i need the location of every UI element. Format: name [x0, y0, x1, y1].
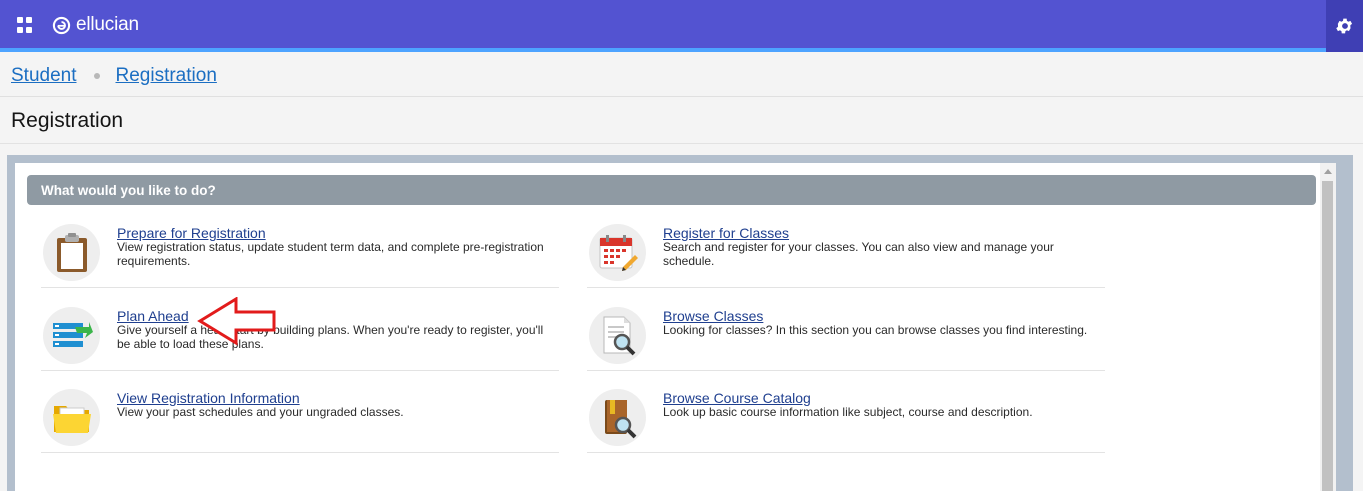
top-bar: ellucian	[0, 0, 1363, 52]
option-view-registration-information: View Registration Information View your …	[41, 383, 559, 453]
brand-name: ellucian	[76, 14, 139, 35]
breadcrumb: Student Registration	[0, 56, 1363, 97]
scroll-thumb[interactable]	[1322, 181, 1333, 491]
clipboard-icon	[43, 224, 100, 281]
breadcrumb-registration[interactable]: Registration	[116, 65, 217, 87]
item-description: Looking for classes? In this section you…	[663, 323, 1088, 337]
browse-course-catalog-link[interactable]: Browse Course Catalog	[663, 390, 811, 406]
item-description: Look up basic course information like su…	[663, 405, 1033, 419]
scroll-up-arrow-icon[interactable]	[1324, 169, 1332, 174]
option-plan-ahead: Plan Ahead Give yourself a head start by…	[41, 301, 559, 371]
ellucian-logo-icon	[52, 16, 71, 34]
item-description: Give yourself a head start by building p…	[117, 323, 544, 351]
panel-heading: What would you like to do?	[27, 175, 1316, 205]
register-for-classes-link[interactable]: Register for Classes	[663, 225, 789, 241]
breadcrumb-separator	[93, 73, 100, 79]
page-title: Registration	[11, 109, 124, 132]
option-browse-classes: Browse Classes Looking for classes? In t…	[587, 301, 1105, 371]
app-grid-icon[interactable]	[17, 17, 33, 33]
calendar-icon	[589, 224, 646, 281]
page-title-bar: Registration	[0, 97, 1363, 144]
document-search-icon	[589, 307, 646, 364]
brand-logo[interactable]: ellucian	[52, 13, 139, 37]
option-browse-course-catalog: Browse Course Catalog Look up basic cour…	[587, 383, 1105, 453]
browse-classes-link[interactable]: Browse Classes	[663, 308, 763, 324]
prepare-for-registration-link[interactable]: Prepare for Registration	[117, 225, 266, 241]
item-description: Search and register for your classes. Yo…	[663, 240, 1054, 268]
settings-button[interactable]	[1326, 0, 1363, 52]
item-description: View registration status, update student…	[117, 240, 544, 268]
red-arrow-annotation-icon	[197, 297, 276, 346]
plan-ahead-link[interactable]: Plan Ahead	[117, 308, 189, 324]
vertical-scrollbar[interactable]	[1320, 163, 1336, 491]
item-description: View your past schedules and your ungrad…	[117, 405, 404, 419]
gear-icon	[1335, 18, 1352, 34]
breadcrumb-student[interactable]: Student	[11, 65, 77, 87]
folder-icon	[43, 389, 100, 446]
book-search-icon	[589, 389, 646, 446]
option-prepare-for-registration: Prepare for Registration View registrati…	[41, 218, 559, 288]
view-registration-information-link[interactable]: View Registration Information	[117, 390, 300, 406]
option-register-for-classes: Register for Classes Search and register…	[587, 218, 1105, 288]
plan-list-icon	[43, 307, 100, 364]
